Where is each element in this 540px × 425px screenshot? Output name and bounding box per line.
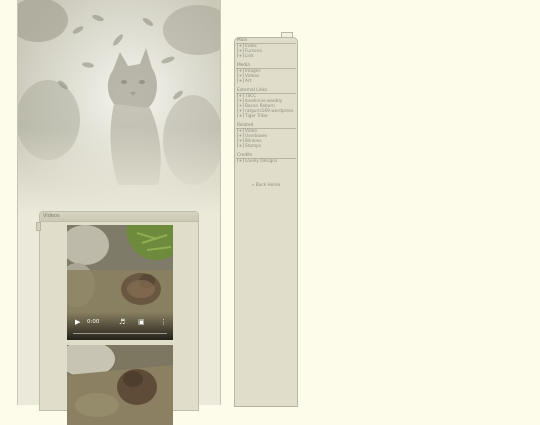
expand-bracket-icon: [+] <box>237 159 244 164</box>
more-options-icon[interactable]: ⋮ <box>160 319 167 326</box>
expand-bracket-icon: [+] <box>237 144 244 149</box>
header-cat-image-art <box>18 0 220 215</box>
video-player-1[interactable]: ▶ 0:00 ♬ ▣ ⋮ <box>67 225 173 340</box>
video-controls: ▶ 0:00 ♬ ▣ ⋮ <box>67 312 173 340</box>
videos-panel-title: Videos <box>40 212 198 222</box>
video-2-frame <box>67 345 173 425</box>
play-icon[interactable]: ▶ <box>75 319 80 326</box>
sidebar-link-label: Lovely Designs <box>244 159 278 164</box>
back-home-link[interactable]: « Back Home <box>235 183 297 188</box>
video-player-2[interactable] <box>67 345 173 425</box>
video-progress-bar[interactable] <box>73 333 167 334</box>
sidebar-link-label: Link <box>244 54 254 59</box>
fullscreen-icon[interactable]: ▣ <box>138 319 145 326</box>
panel-scroll-handle[interactable] <box>36 222 41 231</box>
expand-bracket-icon: [+] <box>237 54 244 59</box>
header-cat-image <box>18 0 220 215</box>
expand-bracket-icon: [+] <box>237 114 244 119</box>
expand-bracket-icon: [+] <box>237 79 244 84</box>
videos-panel: Videos ▶ 0:00 ♬ ▣ ⋮ <box>36 211 199 425</box>
sidebar-link-label: Art <box>244 79 252 84</box>
video-time: 0:00 <box>87 319 100 325</box>
sidebar-nav: Main [+]Index [+]Fursona [+]Link Media [+]Ima… <box>234 37 298 407</box>
sidebar-link-label: Stamps <box>244 144 262 149</box>
volume-icon[interactable]: ♬ <box>119 319 125 326</box>
sidebar-link-label: Tiger Tribe <box>244 114 268 119</box>
